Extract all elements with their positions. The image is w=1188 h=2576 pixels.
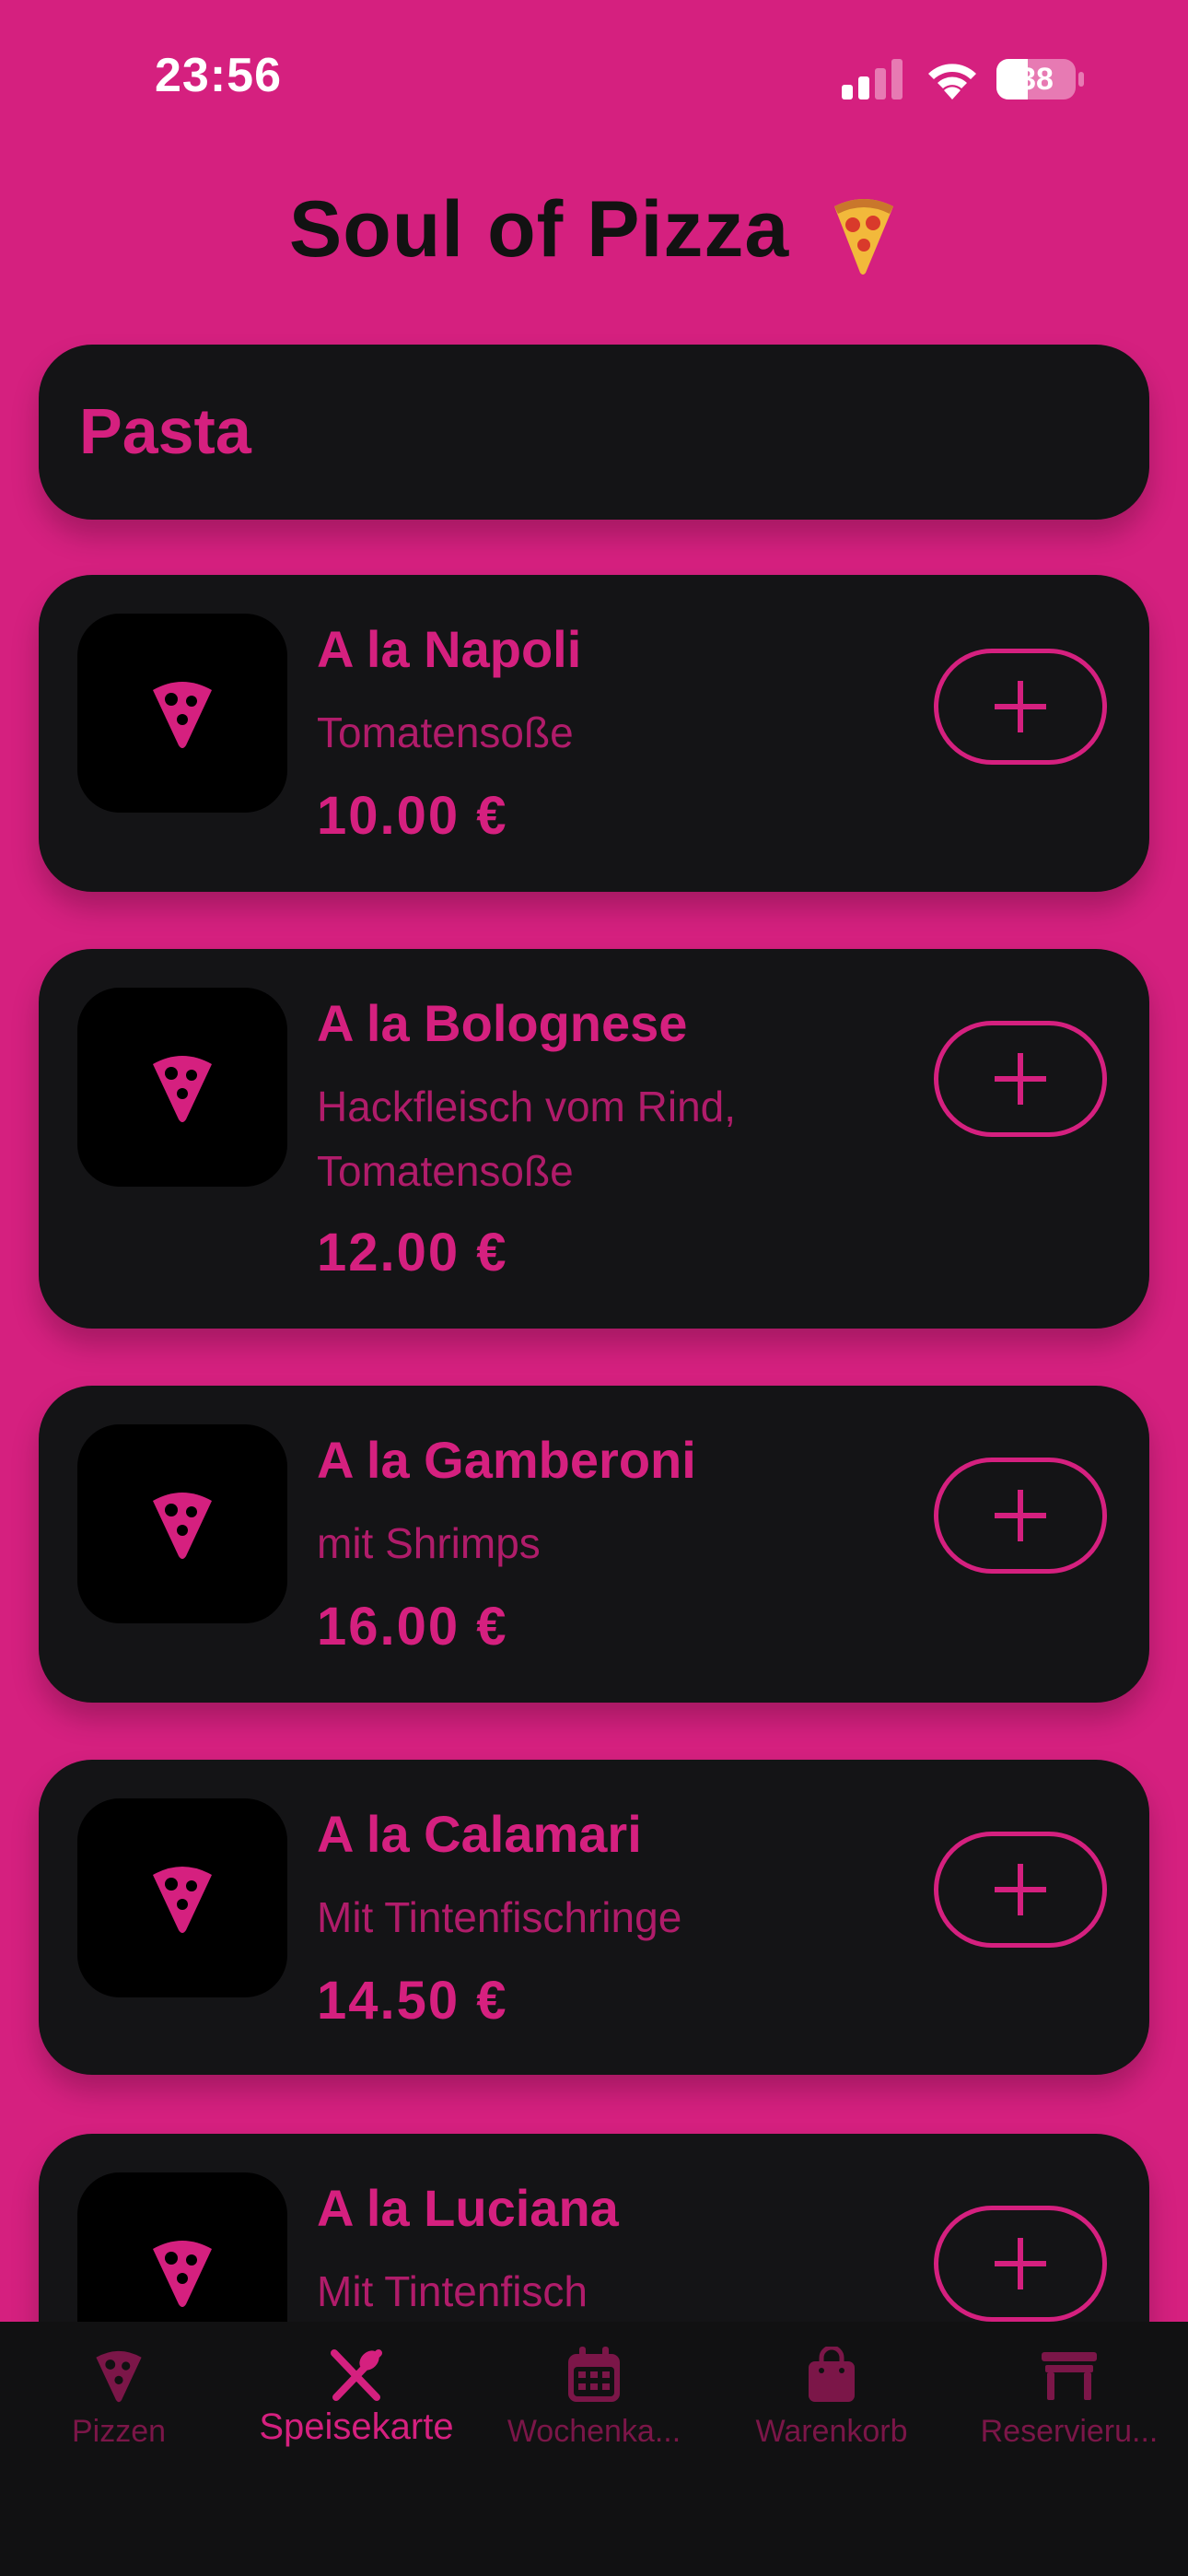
battery-level: 38: [1019, 62, 1054, 97]
tab-label: Reservieru...: [980, 2414, 1159, 2449]
item-name: A la Bolognese: [317, 994, 688, 1052]
tab-bar: Pizzen Speisekarte Wochenka... Warenkorb…: [0, 2322, 1188, 2576]
shopping-bag-icon: [809, 2347, 855, 2402]
tab-label: Speisekarte: [259, 2406, 454, 2447]
item-name: A la Luciana: [317, 2179, 619, 2237]
menu-item-card: A la Napoli Tomatensoße 10.00 €: [39, 575, 1149, 892]
plus-icon: [995, 1864, 1046, 1915]
table-icon: [1042, 2352, 1097, 2400]
battery-indicator: 38: [996, 57, 1085, 101]
item-description: Mit Tintenfisch: [317, 2267, 588, 2315]
tab-label: Warenkorb: [755, 2414, 908, 2449]
item-price: 10.00 €: [317, 786, 508, 846]
item-thumbnail: [77, 988, 287, 1187]
item-thumbnail: [77, 614, 287, 813]
page-title: Soul of Pizza: [0, 184, 1188, 276]
tab-label: Wochenka...: [507, 2414, 681, 2449]
item-name: A la Napoli: [317, 620, 582, 678]
wifi-icon: [928, 64, 976, 100]
item-description: mit Shrimps: [317, 1519, 541, 1567]
pizza-slice-icon: [96, 2350, 142, 2403]
menu-item-card: A la Gamberoni mit Shrimps 16.00 €: [39, 1386, 1149, 1703]
item-price: 16.00 €: [317, 1597, 508, 1657]
pizza-slice-icon: [153, 2241, 212, 2307]
status-time: 23:56: [155, 49, 282, 102]
tab-warenkorb[interactable]: Warenkorb: [713, 2346, 950, 2450]
status-bar: 23:56 38: [0, 0, 1188, 157]
plus-icon: [995, 1053, 1046, 1105]
item-name: A la Gamberoni: [317, 1431, 696, 1489]
plus-icon: [995, 1490, 1046, 1541]
pizza-slice-icon: [153, 682, 212, 748]
item-description: Mit Tintenfischringe: [317, 1893, 682, 1941]
plus-icon: [995, 2238, 1046, 2289]
item-description: Hackfleisch vom Rind, Tomatensoße: [317, 1083, 737, 1195]
tab-reservierung[interactable]: Reservieru...: [950, 2346, 1188, 2450]
item-description: Tomatensoße: [317, 708, 574, 756]
item-price: 12.00 €: [317, 1223, 508, 1282]
tab-speisekarte[interactable]: Speisekarte: [238, 2346, 475, 2448]
cellular-signal-icon: [842, 59, 903, 100]
pizza-slice-icon: [153, 1056, 212, 1122]
app-title-text: Soul of Pizza: [288, 185, 790, 274]
menu-item-card: A la Bolognese Hackfleisch vom Rind, Tom…: [39, 949, 1149, 1329]
pizza-slice-icon: [153, 1867, 212, 1933]
pizza-slice-icon: [153, 1493, 212, 1559]
tab-wochenkarte[interactable]: Wochenka...: [475, 2346, 713, 2450]
add-to-cart-button[interactable]: [934, 1458, 1107, 1574]
tab-label: Pizzen: [71, 2414, 167, 2449]
add-to-cart-button[interactable]: [934, 649, 1107, 765]
pizza-emoji-icon: [834, 199, 894, 275]
section-header-card: Pasta: [39, 345, 1149, 520]
add-to-cart-button[interactable]: [934, 2206, 1107, 2322]
calendar-icon: [568, 2347, 620, 2402]
plus-icon: [995, 681, 1046, 732]
item-price: 14.50 €: [317, 1971, 508, 2031]
section-title: Pasta: [79, 395, 251, 467]
fork-knife-icon: [331, 2349, 382, 2401]
item-thumbnail: [77, 1424, 287, 1623]
item-name: A la Calamari: [317, 1805, 642, 1863]
add-to-cart-button[interactable]: [934, 1832, 1107, 1948]
add-to-cart-button[interactable]: [934, 1021, 1107, 1137]
item-thumbnail: [77, 1798, 287, 1997]
tab-pizzen[interactable]: Pizzen: [0, 2346, 238, 2450]
menu-item-card: A la Calamari Mit Tintenfischringe 14.50…: [39, 1760, 1149, 2075]
